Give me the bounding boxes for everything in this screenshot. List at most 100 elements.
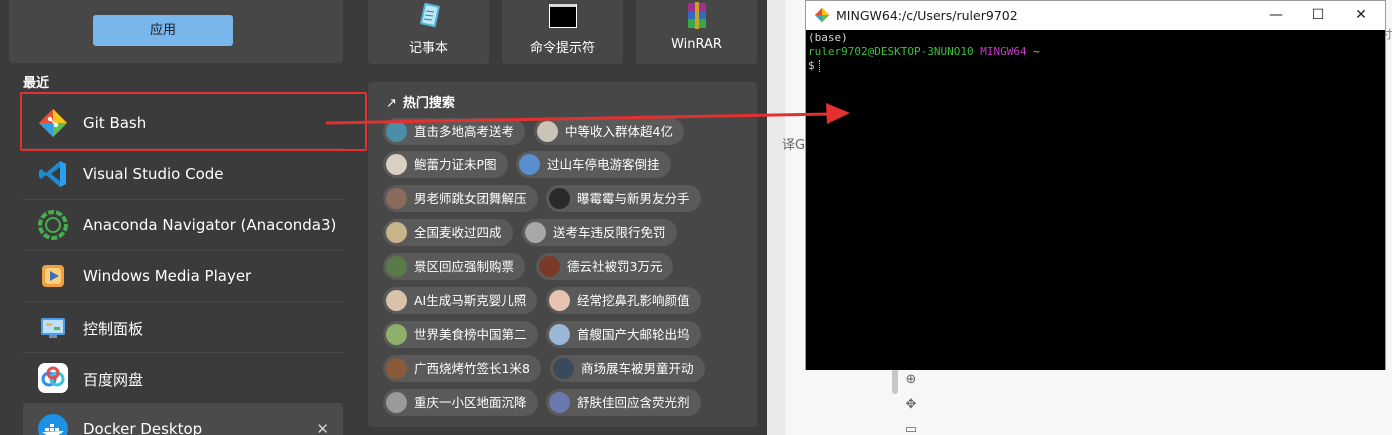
trending-item[interactable]: 直击多地高考送考	[383, 118, 526, 145]
recent-item-vscode[interactable]: Visual Studio Code	[23, 149, 343, 200]
terminal-input-line[interactable]: $	[808, 59, 1383, 73]
apply-panel: 应用	[9, 0, 343, 63]
trending-item-label: 景区回应强制购票	[414, 259, 515, 274]
trending-item[interactable]: 过山车停电游客倒挂	[516, 151, 671, 178]
minimize-icon[interactable]: —	[1261, 5, 1291, 25]
thumbnail-icon	[386, 358, 407, 379]
terminal-output[interactable]: (base) ruler9702@DESKTOP-3NUNO10 MINGW64…	[806, 30, 1385, 370]
recent-item-label: Windows Media Player	[83, 267, 252, 285]
terminal-scrollbar[interactable]	[1368, 30, 1385, 370]
trending-item-label: 直击多地高考送考	[414, 124, 515, 139]
trending-item-label: 重庆一小区地面沉降	[414, 395, 527, 410]
winrar-icon	[688, 2, 706, 29]
thumbnail-icon	[539, 256, 560, 277]
trending-item[interactable]: 中等收入群体超4亿	[534, 118, 684, 145]
trending-item-label: 中等收入群体超4亿	[565, 124, 673, 139]
trending-item[interactable]: 广西烧烤竹签长1米8	[383, 355, 541, 382]
start-menu: 应用 记事本 命令提示符 WinRAR 最近 Git Bash Visual S…	[0, 0, 767, 435]
prompt-symbol: $	[808, 59, 815, 72]
trending-item-label: 商场展车被男童开动	[581, 361, 694, 376]
pinned-label: WinRAR	[671, 37, 722, 52]
trending-item-label: 经常挖鼻孔影响颜值	[577, 293, 690, 308]
thumbnail-icon	[386, 222, 407, 243]
trending-item[interactable]: 景区回应强制购票	[383, 253, 526, 280]
trending-item-label: 鲍蕾力证未P图	[414, 157, 497, 172]
trending-item[interactable]: 舒肤佳回应含荧光剂	[546, 389, 701, 416]
pinned-winrar[interactable]: WinRAR	[636, 0, 757, 64]
trending-item[interactable]: 商场展车被男童开动	[550, 355, 705, 382]
recent-item-windows-media-player[interactable]: Windows Media Player	[23, 251, 343, 302]
thumbnail-icon	[549, 324, 570, 345]
trending-searches-panel: ↗ 热门搜索 直击多地高考送考 中等收入群体超4亿 鲍蕾力证未P图 过山车停电游客…	[368, 82, 757, 427]
trending-item-label: 广西烧烤竹签长1米8	[414, 361, 530, 376]
trending-item[interactable]: 曝霉霉与新男友分手	[546, 185, 701, 212]
close-icon[interactable]: ✕	[316, 420, 329, 435]
trending-item[interactable]: 重庆一小区地面沉降	[383, 389, 538, 416]
trending-item[interactable]: 男老师跳女团舞解压	[383, 185, 538, 212]
control-panel-icon	[41, 318, 65, 338]
desktop-background	[767, 0, 785, 435]
trending-item-label: 过山车停电游客倒挂	[547, 157, 660, 172]
recent-item-anaconda[interactable]: Anaconda Navigator (Anaconda3)	[23, 200, 343, 251]
thumbnail-icon	[519, 154, 540, 175]
thumbnail-icon	[386, 121, 407, 142]
target-icon[interactable]: ⊕	[903, 372, 919, 388]
recent-heading: 最近	[23, 76, 50, 91]
frame-icon[interactable]: ▭	[903, 422, 919, 435]
recent-item-docker-desktop[interactable]: Docker Desktop ✕	[23, 404, 343, 435]
thumbnail-icon	[553, 358, 574, 379]
git-icon	[38, 108, 68, 138]
vscode-icon	[39, 161, 66, 187]
trending-item-label: 曝霉霉与新男友分手	[577, 191, 690, 206]
trending-item[interactable]: 送考车违反限行免罚	[522, 219, 677, 246]
trending-item[interactable]: 全国麦收过四成	[383, 219, 513, 246]
close-icon[interactable]: ✕	[1346, 5, 1376, 25]
thumbnail-icon	[549, 392, 570, 413]
thumbnail-icon	[537, 121, 558, 142]
thumbnail-icon	[386, 154, 407, 175]
thumbnail-icon	[386, 392, 407, 413]
trending-item[interactable]: 经常挖鼻孔影响颜值	[546, 287, 701, 314]
pinned-label: 命令提示符	[529, 41, 595, 56]
trending-item[interactable]: 首艘国产大邮轮出坞	[546, 321, 701, 348]
trending-item-label: 全国麦收过四成	[414, 225, 502, 240]
trending-item-label: 德云社被罚3万元	[567, 259, 663, 274]
baidu-netdisk-icon	[38, 363, 68, 393]
terminal-titlebar[interactable]: MINGW64:/c/Users/ruler9702 — ☐ ✕	[806, 1, 1385, 30]
thumbnail-icon	[549, 188, 570, 209]
recent-item-label: Visual Studio Code	[83, 165, 224, 183]
prompt-user-host: ruler9702@DESKTOP-3NUNO10	[808, 45, 974, 58]
thumbnail-icon	[386, 324, 407, 345]
scrollbar[interactable]	[892, 368, 898, 394]
trending-item[interactable]: AI生成马斯克婴儿照	[383, 287, 538, 314]
recent-item-control-panel[interactable]: 控制面板	[23, 302, 343, 353]
move-icon[interactable]: ✥	[903, 397, 919, 413]
docker-icon	[38, 414, 68, 435]
trending-item-label: 男老师跳女团舞解压	[414, 191, 527, 206]
thumbnail-icon	[386, 188, 407, 209]
trending-item[interactable]: 德云社被罚3万元	[536, 253, 674, 280]
trending-item-label: 舒肤佳回应含荧光剂	[577, 395, 690, 410]
trending-item-label: 首艘国产大邮轮出坞	[577, 327, 690, 342]
recent-item-label: Docker Desktop	[83, 420, 203, 435]
apply-button[interactable]: 应用	[93, 15, 233, 46]
maximize-icon[interactable]: ☐	[1303, 5, 1333, 25]
recent-item-baidu-netdisk[interactable]: 百度网盘	[23, 353, 343, 404]
recent-item-git-bash[interactable]: Git Bash	[23, 98, 343, 149]
recent-item-label: 百度网盘	[83, 371, 144, 389]
thumbnail-icon	[525, 222, 546, 243]
media-player-icon	[42, 265, 64, 287]
trending-title-text: 热门搜索	[402, 96, 455, 111]
thumbnail-icon	[386, 290, 407, 311]
thumbnail-icon	[549, 290, 570, 311]
pinned-command-prompt[interactable]: 命令提示符	[502, 0, 623, 64]
anaconda-icon	[38, 210, 68, 240]
git-bash-terminal-window[interactable]: MINGW64:/c/Users/ruler9702 — ☐ ✕ (base) …	[805, 0, 1386, 370]
notepad-icon	[420, 2, 440, 28]
thumbnail-icon	[386, 256, 407, 277]
trending-item[interactable]: 世界美食榜中国第二	[383, 321, 538, 348]
pinned-notepad[interactable]: 记事本	[368, 0, 489, 64]
pinned-label: 记事本	[408, 41, 448, 56]
trending-item[interactable]: 鲍蕾力证未P图	[383, 151, 508, 178]
recent-item-label: 控制面板	[83, 320, 144, 338]
